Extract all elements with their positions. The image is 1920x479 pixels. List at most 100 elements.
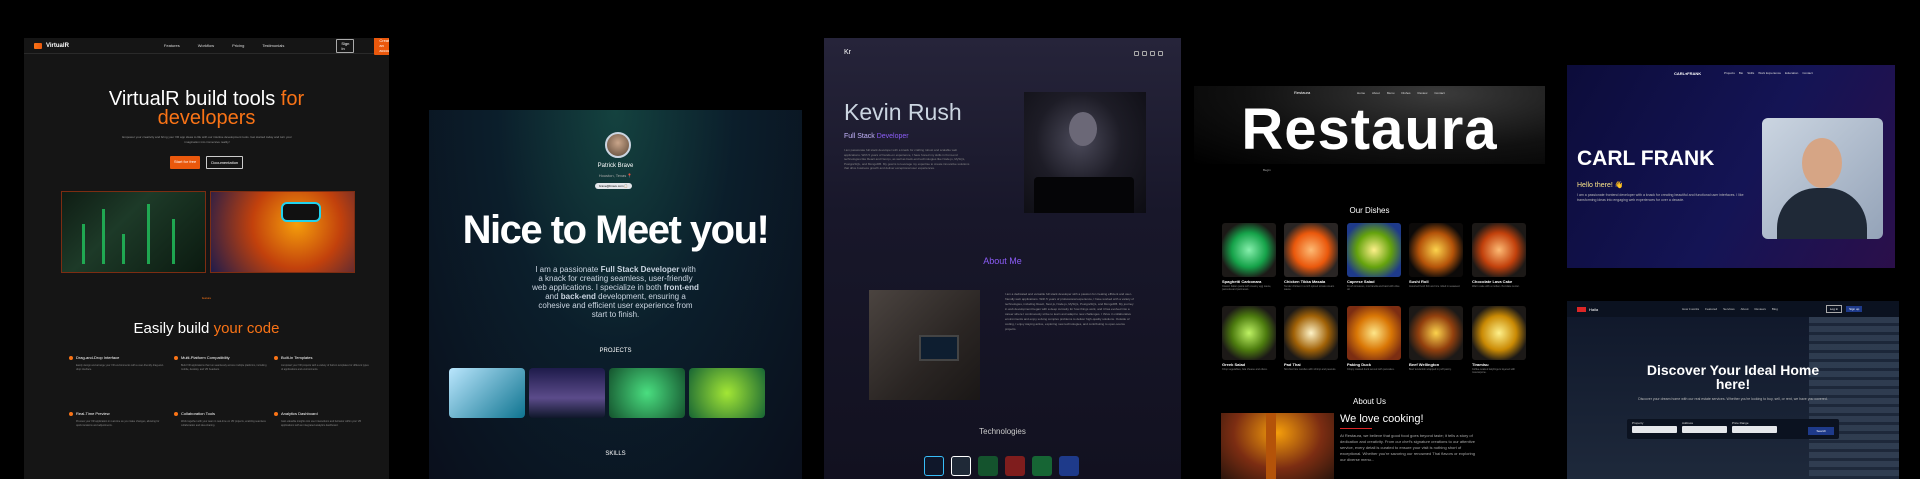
field-label: Property (1632, 421, 1644, 425)
dish-card[interactable]: Beef Wellington Beef tenderloin wrapped … (1409, 306, 1463, 371)
feature-desc: Work together with your team in real-tim… (181, 420, 266, 427)
project-thumbnail[interactable] (449, 368, 525, 418)
project-thumbnail[interactable] (689, 368, 765, 418)
dish-card[interactable]: Pad Thai Stir-fried rice noodles with sh… (1284, 306, 1338, 371)
technology-icons (924, 456, 1079, 476)
nav-link-education[interactable]: Education (1785, 71, 1798, 75)
dish-card[interactable]: Tiramisu Coffee-soaked ladyfingers layer… (1472, 306, 1526, 374)
documentation-button[interactable]: Documentation (206, 156, 244, 169)
field-label: Address (1682, 421, 1694, 425)
nav-link-featured[interactable]: Featured (1705, 307, 1717, 311)
about-photo (869, 290, 980, 400)
nav-link-contact[interactable]: Contact (1434, 91, 1444, 95)
signup-button[interactable]: Sign up (1846, 306, 1863, 312)
mongodb-icon (978, 456, 998, 476)
feature-title: Collaboration Tools (181, 411, 215, 416)
logo-icon (1577, 306, 1586, 312)
nav-link-workflow[interactable]: Workflow (198, 43, 214, 48)
price-field[interactable]: Price Range (1732, 421, 1777, 433)
feature-icon (174, 411, 178, 416)
virtualr-logo[interactable]: VirtualR (34, 42, 69, 49)
nav-link-services[interactable]: Services (1723, 307, 1735, 311)
dish-card[interactable]: Caprese Salad Fresh tomatoes, mozzarella… (1347, 223, 1401, 291)
logo-icon (34, 42, 42, 49)
about-text: I am a dedicated and versatile full stac… (1005, 292, 1134, 331)
nav-link-dishes[interactable]: Dishes (1401, 91, 1410, 95)
nav-link-contact[interactable]: Contact (1802, 71, 1812, 75)
dish-image (1472, 223, 1526, 277)
nav-link-about[interactable]: About (1741, 307, 1749, 311)
property-input[interactable] (1632, 426, 1677, 433)
instagram-icon[interactable] (1150, 51, 1155, 56)
dish-card[interactable]: Greek Salad Crisp vegetables, feta chees… (1222, 306, 1276, 371)
dish-card[interactable]: Paking Duck Crispy roasted duck served w… (1347, 306, 1401, 371)
dish-name: Beef Wellington (1409, 362, 1440, 367)
dish-card[interactable]: Spaghetti Carbonara Classic Italian past… (1222, 223, 1276, 291)
feature-item: Built-in Templates Jumpstart your VR pro… (274, 355, 369, 372)
dish-desc: Crispy roasted duck served with pancakes… (1347, 368, 1395, 371)
email-badge[interactable]: brave@brave.com 📋 (595, 183, 633, 189)
feature-desc: Preview your VR application in real-time… (76, 420, 160, 427)
nav-link-about[interactable]: About (1372, 91, 1380, 95)
laptop-icon (919, 335, 959, 361)
dish-card[interactable]: Chocolate Lava Cake Warm cake with a mol… (1472, 223, 1526, 288)
logo[interactable]: Kr (844, 49, 851, 56)
desc-role: Full Stack Developer (600, 265, 680, 274)
nav-link-reviews[interactable]: Reviews (1755, 307, 1766, 311)
underline (1340, 428, 1372, 429)
nav-link-bio[interactable]: Bio (1739, 71, 1743, 75)
search-button[interactable]: Search (1808, 427, 1834, 435)
profile-location: Houston, Texas 📍 (598, 173, 633, 178)
login-button[interactable]: Log in (1825, 305, 1843, 313)
nav-link-how[interactable]: How it works (1682, 307, 1699, 311)
nav-link-pricing[interactable]: Pricing (232, 43, 244, 48)
nav-link-home[interactable]: Home (1357, 91, 1365, 95)
property-field[interactable]: Property (1632, 421, 1677, 433)
photo-detail (1069, 112, 1097, 146)
linkedin-icon[interactable] (1134, 51, 1139, 56)
dish-name: Tiramisu (1472, 362, 1489, 367)
logo-text: Haila (1589, 306, 1599, 312)
github-icon[interactable] (1142, 51, 1147, 56)
sign-in-button[interactable]: Sign In (336, 38, 355, 53)
dish-name: Caprese Salad (1347, 279, 1375, 284)
nav-link-review[interactable]: Review (1418, 91, 1428, 95)
dish-desc: Stir-fried rice noodles with shrimp and … (1284, 368, 1337, 371)
address-field[interactable]: Address (1682, 421, 1727, 433)
start-free-button[interactable]: Start for free (170, 156, 201, 169)
field-label: Price Range (1732, 421, 1749, 425)
redis-icon (1005, 456, 1025, 476)
nav-link-work[interactable]: Work Experience (1758, 71, 1781, 75)
nav-link-menu[interactable]: Menu (1387, 91, 1395, 95)
hero-subtitle: Begin (1263, 168, 1271, 172)
hero-title: Nice to Meet you! (462, 208, 770, 252)
hero-title: Restaura (1241, 97, 1498, 162)
nav-link-blog[interactable]: Blog (1772, 307, 1778, 311)
feature-item: Drag-and-Drop Interface Easily design an… (69, 355, 164, 372)
about-text: About (983, 256, 1007, 266)
dish-desc: Fresh tomatoes, mozzarella and basil wit… (1347, 285, 1400, 291)
logo[interactable]: Restaura (1294, 90, 1310, 95)
nav-link-testimonials[interactable]: Testimonials (262, 43, 284, 48)
image-detail (1266, 413, 1276, 479)
project-thumbnail[interactable] (529, 368, 605, 418)
nav-link-projects[interactable]: Projects (1724, 71, 1735, 75)
carl-portfolio-preview: CARL♦FRANK Projects Bio Skills Work Expe… (1567, 65, 1895, 268)
logo[interactable]: CARL♦FRANK (1674, 71, 1701, 76)
nav-link-skills[interactable]: Skills (1747, 71, 1754, 75)
project-thumbnail[interactable] (609, 368, 685, 418)
twitter-icon[interactable] (1158, 51, 1163, 56)
dish-card[interactable]: Sushi Roll Assorted fresh fish and rice … (1409, 223, 1463, 288)
price-input[interactable] (1732, 426, 1777, 433)
image-detail (102, 209, 105, 264)
hero-name: Kevin Rush (844, 99, 962, 125)
about-accent: Me (1009, 256, 1022, 266)
logo[interactable]: Haila (1577, 306, 1599, 312)
image-detail (147, 204, 150, 264)
nav-link-features[interactable]: Features (164, 43, 180, 48)
skills-heading: SKILLS (605, 451, 626, 457)
dish-card[interactable]: Chicken Tikka Masala Tender chicken in a… (1284, 223, 1338, 291)
address-input[interactable] (1682, 426, 1727, 433)
feature-title: Built-in Templates (281, 355, 313, 360)
create-account-button[interactable]: Create an account (374, 38, 389, 55)
